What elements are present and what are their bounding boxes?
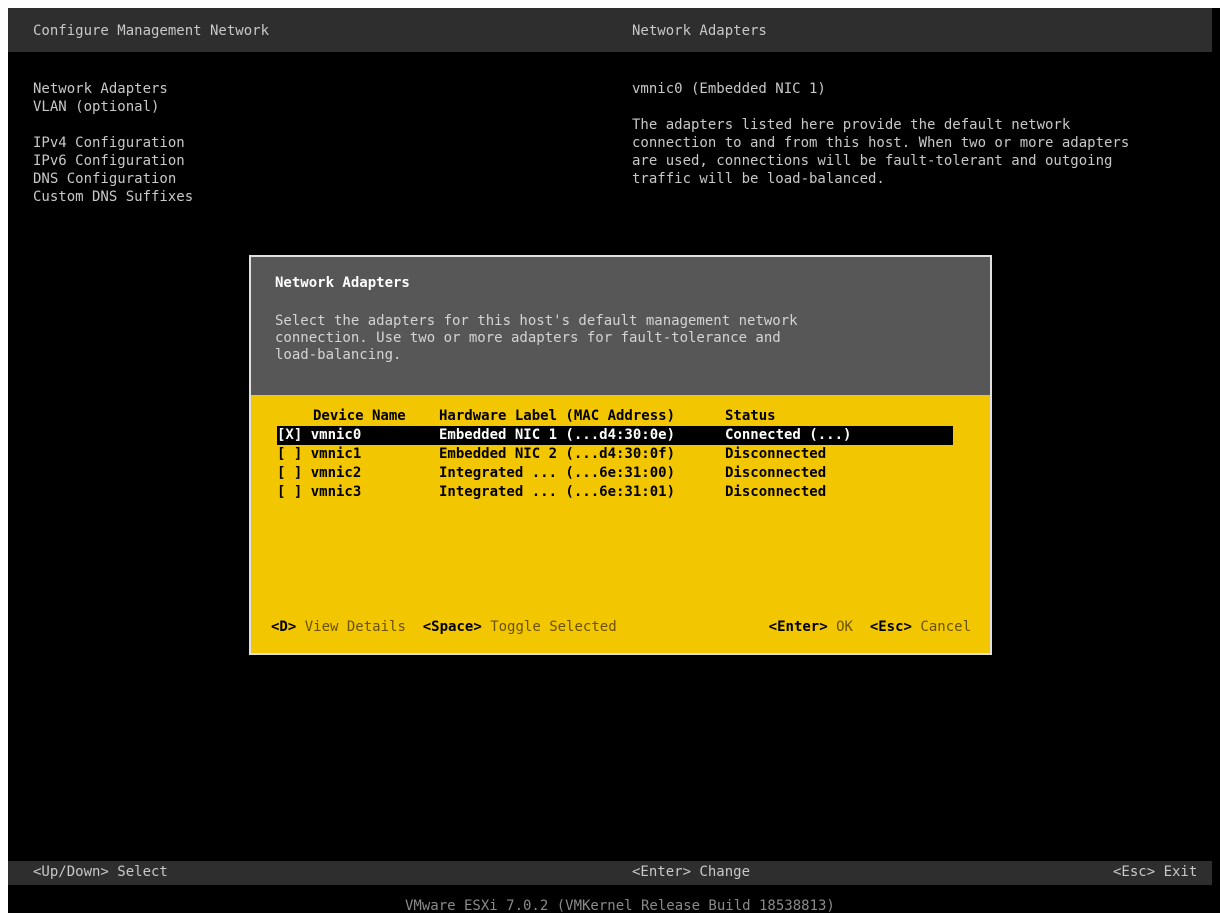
dialog-header: Network Adapters Select the adapters for… <box>251 257 990 395</box>
adapter-device[interactable]: [ ] vmnic3 <box>277 483 361 502</box>
adapter-label: Embedded NIC 1 (...d4:30:0e) <box>439 427 676 443</box>
current-adapter: vmnic0 (Embedded NIC 1) <box>632 81 826 97</box>
table-header: Device Name Hardware Label (MAC Address)… <box>277 407 977 426</box>
table-row[interactable]: [ ] vmnic1 Embedded NIC 2 (...d4:30:0f) … <box>277 445 977 464</box>
cancel-key[interactable]: <Esc> <box>870 619 912 635</box>
info-line: traffic will be load-balanced. <box>632 171 885 187</box>
adapter-device[interactable]: [ ] vmnic2 <box>277 464 361 483</box>
column-header-hardware-label: Hardware Label (MAC Address) <box>439 408 676 424</box>
toggle-selected-label[interactable]: Toggle Selected <box>490 619 616 635</box>
section-title: Network Adapters <box>632 23 767 39</box>
adapter-label: Embedded NIC 2 (...d4:30:0f) <box>439 446 676 462</box>
info-line: connection to and from this host. When t… <box>632 135 1130 151</box>
footer-change-hint[interactable]: <Enter> Change <box>632 864 750 880</box>
version-string: VMware ESXi 7.0.2 (VMKernel Release Buil… <box>405 898 835 914</box>
dialog-description: Select the adapters for this host's defa… <box>275 313 798 363</box>
adapter-status: Disconnected <box>725 446 827 462</box>
adapter-device[interactable]: [ ] vmnic1 <box>277 445 361 464</box>
menu-item-vlan[interactable]: VLAN (optional) <box>33 98 193 116</box>
adapter-status: Disconnected <box>725 465 827 481</box>
table-row[interactable]: [X] vmnic0 Embedded NIC 1 (...d4:30:0e) … <box>277 426 953 445</box>
adapter-list-panel: Device Name Hardware Label (MAC Address)… <box>251 395 990 653</box>
table-row[interactable]: [ ] vmnic3 Integrated ... (...6e:31:01) … <box>277 483 977 502</box>
footer-bar <box>8 861 1212 885</box>
network-adapters-dialog: Network Adapters Select the adapters for… <box>249 255 992 655</box>
table-row[interactable]: [ ] vmnic2 Integrated ... (...6e:31:00) … <box>277 464 977 483</box>
info-panel: vmnic0 (Embedded NIC 1) The adapters lis… <box>632 80 1202 188</box>
column-header-device: Device Name <box>313 408 406 424</box>
footer-exit-hint[interactable]: <Esc> Exit <box>1113 864 1197 880</box>
adapter-device[interactable]: [X] vmnic0 <box>277 426 361 445</box>
adapter-status: Connected (...) <box>725 427 852 443</box>
adapter-label: Integrated ... (...6e:31:00) <box>439 465 676 481</box>
info-line: are used, connections will be fault-tole… <box>632 153 1113 169</box>
ok-key[interactable]: <Enter> <box>769 619 828 635</box>
cancel-button[interactable]: Cancel <box>920 619 971 635</box>
menu-item-ipv6[interactable]: IPv6 Configuration <box>33 152 193 170</box>
dialog-title: Network Adapters <box>275 275 410 291</box>
config-menu: Network Adapters VLAN (optional) IPv4 Co… <box>33 80 193 206</box>
page-title: Configure Management Network <box>33 23 270 39</box>
view-details-key[interactable]: <D> <box>271 619 296 635</box>
footer-select-hint[interactable]: <Up/Down> Select <box>33 864 168 880</box>
column-header-status: Status <box>725 408 776 424</box>
info-line: The adapters listed here provide the def… <box>632 117 1071 133</box>
key-hints-right: <Enter> OK <Esc> Cancel <box>769 619 971 635</box>
menu-item-network-adapters[interactable]: Network Adapters <box>33 80 193 98</box>
key-hints-left: <D> View Details <Space> Toggle Selected <box>271 619 617 635</box>
dialog-key-hints: <D> View Details <Space> Toggle Selected… <box>271 619 971 639</box>
view-details-label[interactable]: View Details <box>305 619 406 635</box>
adapter-table: Device Name Hardware Label (MAC Address)… <box>277 407 977 502</box>
menu-item-dns-suffixes[interactable]: Custom DNS Suffixes <box>33 188 193 206</box>
menu-item-dns[interactable]: DNS Configuration <box>33 170 193 188</box>
ok-button[interactable]: OK <box>836 619 853 635</box>
adapter-status: Disconnected <box>725 484 827 500</box>
menu-item-ipv4[interactable]: IPv4 Configuration <box>33 134 193 152</box>
adapter-label: Integrated ... (...6e:31:01) <box>439 484 676 500</box>
toggle-selected-key[interactable]: <Space> <box>423 619 482 635</box>
